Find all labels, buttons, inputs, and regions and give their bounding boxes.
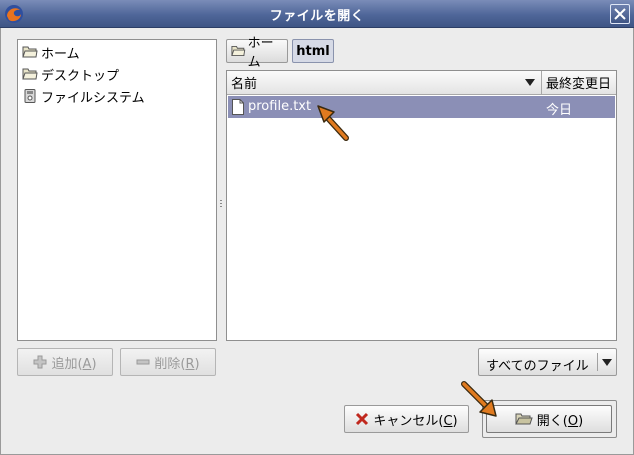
title-bar: ファイルを開く (0, 0, 634, 28)
sort-descending-icon (525, 79, 535, 86)
folder-icon (22, 68, 38, 80)
plus-icon (33, 355, 47, 369)
table-row[interactable]: profile.txt 今日 (228, 96, 615, 118)
add-bookmark-button[interactable]: 追加(A) (17, 348, 113, 376)
pane-resize-handle[interactable] (219, 200, 223, 212)
path-button-label: ホーム (247, 36, 274, 70)
column-header-name[interactable]: 名前 (227, 71, 542, 95)
path-button-label: html (296, 43, 330, 59)
close-icon (614, 8, 626, 20)
minus-icon (136, 359, 150, 365)
arrow-pointer-icon (461, 381, 497, 417)
open-button[interactable]: 開く(O) (486, 405, 612, 433)
file-filter-select[interactable]: すべてのファイル (478, 348, 617, 376)
file-modified: 今日 (546, 103, 573, 118)
sidebar-item-home[interactable]: ホーム (22, 42, 80, 62)
open-folder-icon (514, 413, 533, 425)
arrow-pointer-icon (317, 105, 349, 141)
drive-icon (24, 89, 36, 103)
column-header-modified[interactable]: 最終変更日 (542, 71, 616, 95)
places-sidebar: ホーム デスクトップ ファイルシステム (17, 39, 217, 341)
path-button-html[interactable]: html (292, 39, 334, 63)
sidebar-item-desktop[interactable]: デスクトップ (22, 64, 119, 84)
file-filter-value: すべてのファイル (486, 359, 589, 374)
file-name: profile.txt (248, 99, 312, 114)
sidebar-item-label: ホーム (41, 46, 80, 62)
remove-bookmark-button[interactable]: 削除(R) (120, 348, 216, 376)
chevron-down-icon (602, 359, 612, 366)
sidebar-item-label: デスクトップ (41, 68, 120, 84)
folder-icon (22, 46, 38, 58)
cancel-icon (356, 412, 369, 426)
file-list: 名前 最終変更日 profile.txt 今日 (226, 70, 617, 341)
window-title: ファイルを開く (269, 9, 365, 24)
sidebar-item-filesystem[interactable]: ファイルシステム (22, 86, 145, 106)
sidebar-item-label: ファイルシステム (41, 90, 145, 106)
close-button[interactable] (610, 4, 630, 24)
cancel-button[interactable]: キャンセル(C) (344, 405, 469, 433)
text-file-icon (232, 99, 244, 115)
folder-icon (231, 45, 246, 57)
path-button-home[interactable]: ホーム (226, 36, 288, 70)
